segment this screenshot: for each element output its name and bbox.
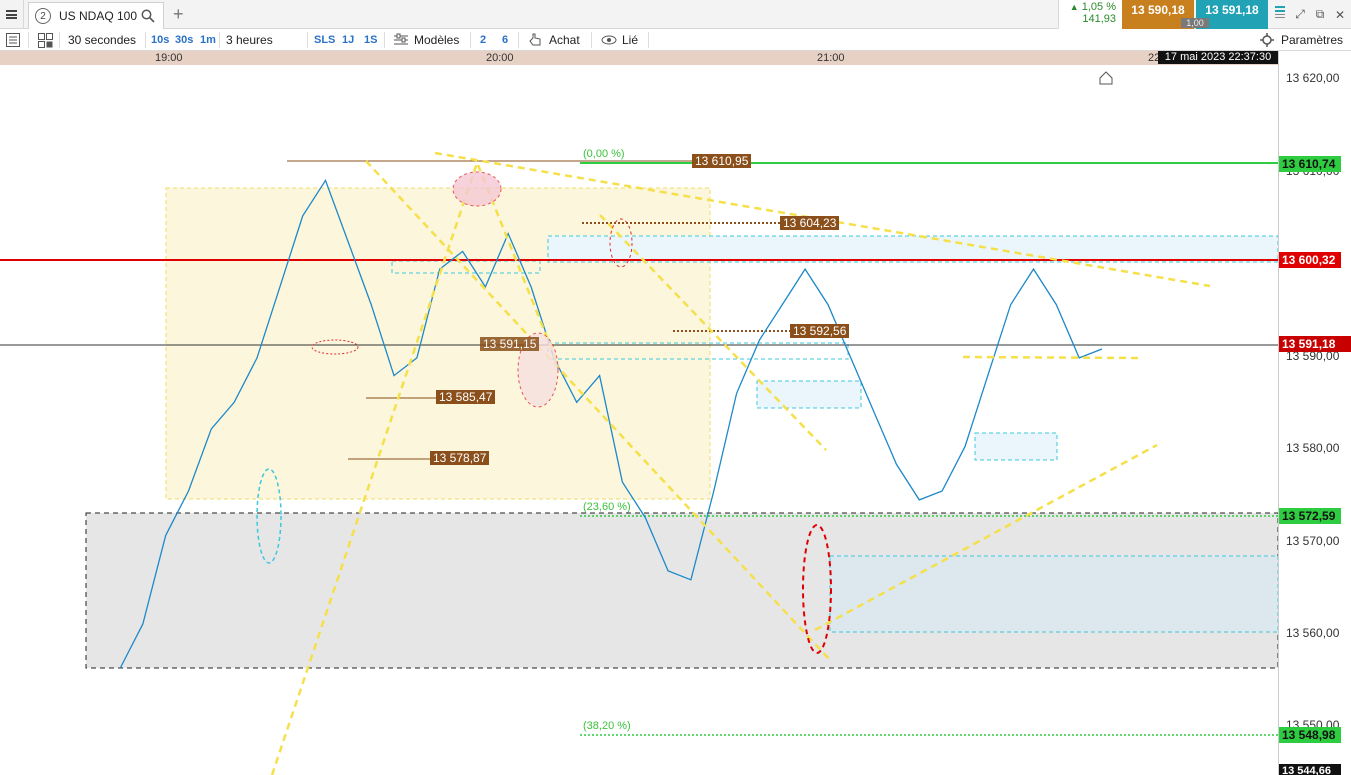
price-axis: 13 620,00 13 610,00 13 590,00 13 580,00 … (1278, 51, 1351, 775)
level-label: 13 591,15 (480, 337, 540, 351)
count-2[interactable]: 2 (480, 29, 486, 51)
count-6[interactable]: 6 (502, 29, 508, 51)
trendline (962, 355, 1141, 360)
blue-zone-right (974, 432, 1058, 461)
linked-button[interactable]: Lié (622, 29, 638, 51)
up-triangle-icon: ▲ (1069, 2, 1079, 12)
price-tick: 13 580,00 (1286, 441, 1340, 455)
price-chart[interactable] (0, 65, 1278, 775)
highlight-ellipse (452, 171, 502, 207)
grid-layout-icon[interactable] (38, 33, 53, 48)
fib-0-price-label: 13 610,74 (1279, 156, 1341, 172)
current-price-label: 13 591,18 (1279, 336, 1351, 352)
cursor-datetime: 17 mai 2023 22:37:30 (1158, 51, 1278, 64)
level-label: 13 578,87 (430, 451, 490, 465)
templates-icon[interactable] (394, 33, 408, 47)
settings-button[interactable]: Paramètres (1281, 29, 1343, 51)
time-axis: 19:00 20:00 21:00 22 (0, 51, 1278, 65)
change-percent: 1,05 % (1081, 1, 1116, 13)
home-marker-icon (1099, 71, 1113, 85)
price-tick: 13 570,00 (1286, 534, 1340, 548)
list-icon[interactable] (6, 33, 20, 47)
mode-1s[interactable]: 1S (364, 29, 377, 51)
layout-icon[interactable] (1270, 6, 1290, 23)
interval-1m[interactable]: 1m (200, 29, 216, 51)
window-controls: ⤢ ⧉ ✕ (1270, 0, 1351, 29)
chart-toolbar: 30 secondes 10s 30s 1m 3 heures SLS 1J 1… (0, 29, 1351, 51)
bottom-price-label: 13 544,66 (1279, 764, 1341, 775)
blue-zone-top (547, 235, 1278, 263)
tab-number-badge: 2 (35, 8, 51, 24)
level-label: 13 604,23 (780, 216, 840, 230)
fib-382-label: (38,20 %) (583, 720, 631, 732)
mode-1j[interactable]: 1J (342, 29, 354, 51)
menu-icon[interactable] (0, 0, 24, 29)
instrument-tab[interactable]: 2 US NDAQ 100 (28, 2, 164, 29)
fib-382-price-label: 13 548,98 (1279, 727, 1341, 743)
red-level-price-label: 13 600,32 (1279, 252, 1341, 268)
interval-30s[interactable]: 30s (175, 29, 193, 51)
change-points: 141,93 (1082, 13, 1116, 25)
interval-selector[interactable]: 30 secondes (68, 29, 136, 51)
buy-button[interactable]: Achat (549, 29, 580, 51)
blue-zone-low (829, 555, 1278, 633)
fib-236-price-label: 13 572,59 (1279, 508, 1341, 524)
gear-icon[interactable] (1260, 33, 1274, 47)
blue-zone-mid (756, 380, 862, 409)
resize-icon[interactable]: ⤢ (1290, 7, 1310, 22)
mode-sls[interactable]: SLS (314, 29, 335, 51)
quote-change: ▲ 1,05 % 141,93 (1058, 0, 1122, 29)
duration-selector[interactable]: 3 heures (226, 29, 273, 51)
popout-icon[interactable]: ⧉ (1310, 7, 1330, 22)
close-icon[interactable]: ✕ (1330, 8, 1350, 22)
search-icon[interactable] (141, 9, 155, 23)
time-tick: 19:00 (155, 52, 183, 64)
time-tick: 20:00 (486, 52, 514, 64)
price-tick: 13 620,00 (1286, 71, 1340, 85)
add-tab-icon[interactable]: + (173, 5, 184, 23)
buy-hand-icon[interactable] (528, 33, 542, 47)
eye-icon[interactable] (601, 35, 617, 45)
ask-price: 13 591,18 (1205, 3, 1259, 17)
level-label: 13 610,95 (692, 154, 752, 168)
fib-0-label: (0,00 %) (583, 148, 625, 160)
templates-button[interactable]: Modèles (414, 29, 459, 51)
level-label: 13 592,56 (790, 324, 850, 338)
tab-title: US NDAQ 100 (59, 9, 138, 23)
bid-price: 13 590,18 (1131, 3, 1185, 17)
spread-value: 1,00 (1181, 18, 1209, 28)
fib-236-label: (23,60 %) (583, 501, 631, 513)
price-tick: 13 560,00 (1286, 626, 1340, 640)
chart-pane[interactable]: (0,00 %) (23,60 %) (38,20 %) 13 610,95 1… (0, 65, 1278, 775)
level-label: 13 585,47 (436, 390, 496, 404)
interval-10s[interactable]: 10s (151, 29, 169, 51)
top-bar: 2 US NDAQ 100 + ▲ 1,05 % 141,93 13 590,1… (0, 0, 1351, 29)
time-tick: 21:00 (817, 52, 845, 64)
